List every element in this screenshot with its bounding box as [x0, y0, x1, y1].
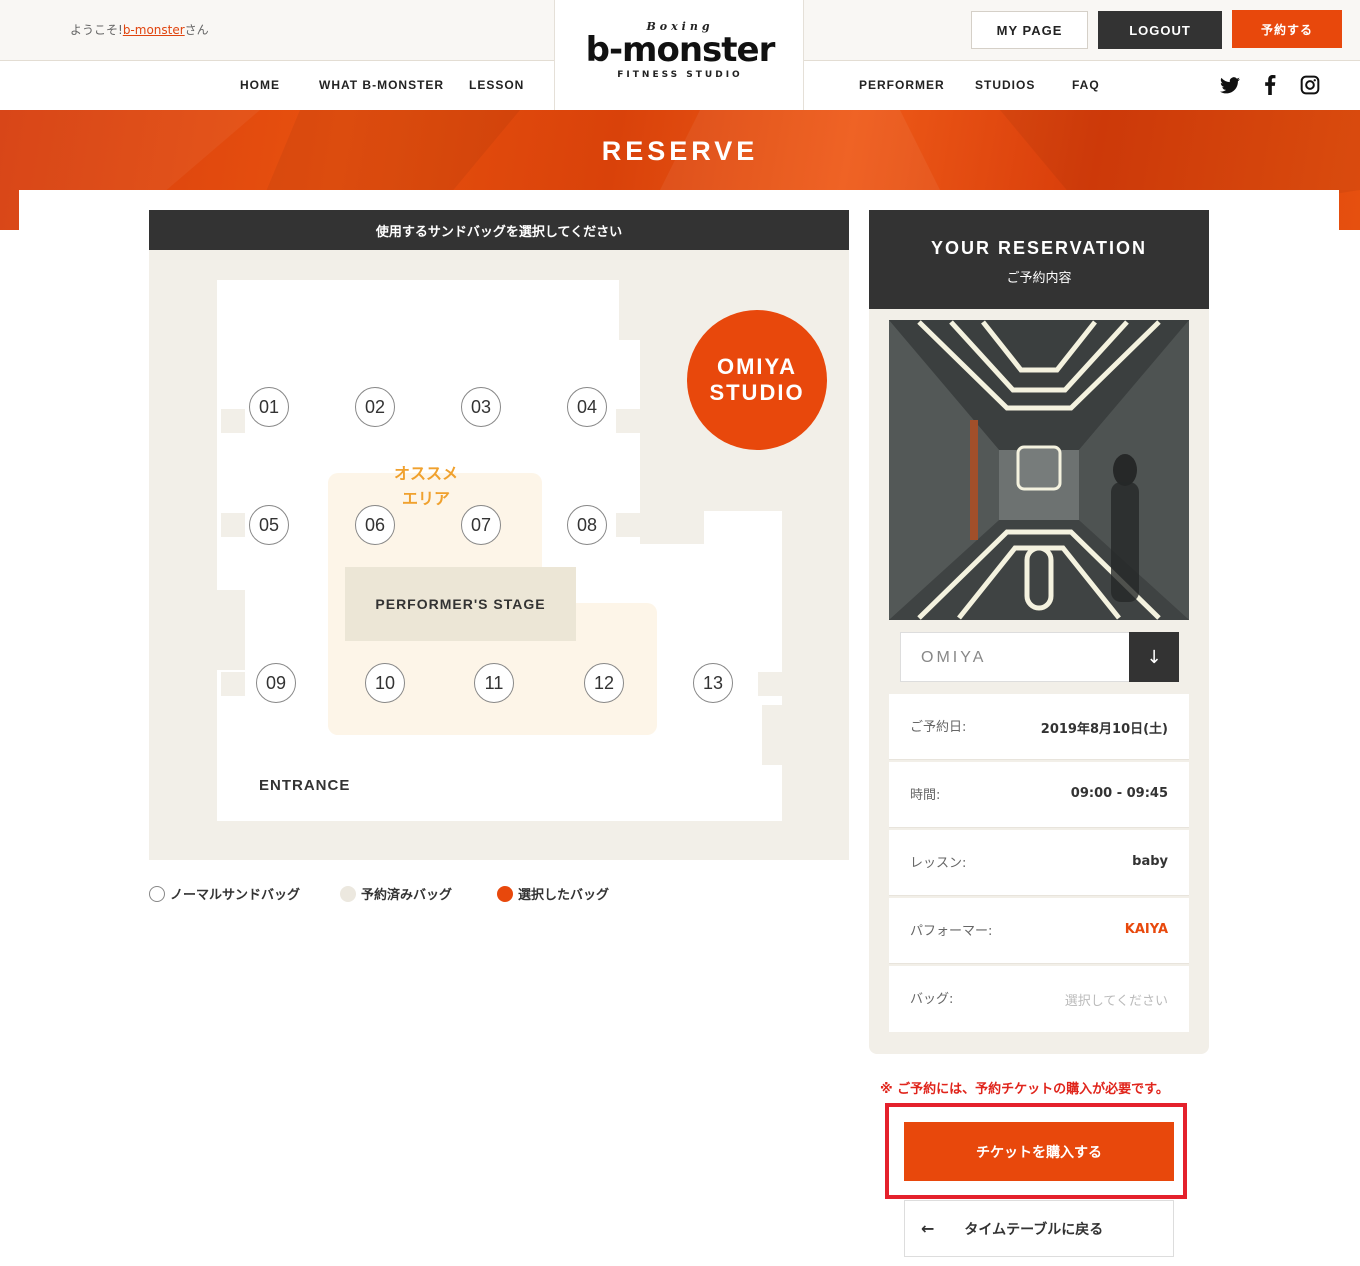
recommended-label: オススメ エリア	[376, 461, 476, 511]
mypage-button[interactable]: MY PAGE	[971, 11, 1088, 49]
welcome-message: ようこそ!b-monsterさん	[70, 21, 209, 38]
logout-button[interactable]: LOGOUT	[1098, 11, 1222, 49]
sandbag-04[interactable]: 04	[567, 387, 607, 427]
normal-bag-dot	[149, 885, 165, 902]
wall-notch-right	[762, 705, 782, 765]
wall-stub	[221, 672, 245, 696]
studio-select[interactable]: OMIYA ↓	[900, 632, 1179, 682]
performer-value[interactable]: KAIYA	[1125, 922, 1168, 937]
sandbag-03[interactable]: 03	[461, 387, 501, 427]
back-button-label: タイムテーブルに戻る	[964, 1221, 1104, 1238]
studio-badge: OMIYA STUDIO	[687, 310, 827, 450]
legend-reserved: 予約済みバッグ	[340, 884, 452, 903]
studio-badge-line2: STUDIO	[709, 380, 805, 405]
reservation-row-bag: バッグ: 選択してください	[889, 966, 1189, 1032]
legend-normal-label: ノーマルサンドバッグ	[170, 888, 301, 903]
facebook-icon[interactable]	[1259, 74, 1281, 96]
nav-lesson[interactable]: LESSON	[469, 78, 524, 92]
user-link[interactable]: b-monster	[123, 23, 185, 37]
wall-stub	[758, 672, 782, 696]
performer-stage: PERFORMER'S STAGE	[345, 567, 576, 641]
twitter-icon[interactable]	[1219, 74, 1241, 96]
legend-normal: ノーマルサンドバッグ	[149, 884, 300, 903]
reservation-row-performer: パフォーマー: KAIYA	[889, 898, 1189, 964]
sandbag-02[interactable]: 02	[355, 387, 395, 427]
wall-stub	[221, 409, 245, 433]
studio-photo	[889, 320, 1189, 620]
sandbag-06[interactable]: 06	[355, 505, 395, 545]
page-title: RESERVE	[601, 136, 759, 166]
date-value: 2019年8月10日(土)	[1040, 722, 1168, 737]
recommended-label-line2: エリア	[401, 489, 450, 508]
reservation-row-time: 時間: 09:00 - 09:45	[889, 762, 1189, 828]
reserve-button[interactable]: 予約する	[1232, 10, 1342, 48]
wall-stub	[221, 513, 245, 537]
reserved-bag-dot	[340, 885, 356, 902]
nav-studios[interactable]: STUDIOS	[975, 78, 1035, 92]
wall-stub	[616, 409, 640, 433]
map-instruction: 使用するサンドバッグを選択してください	[149, 210, 849, 250]
reservation-header: YOUR RESERVATION ご予約内容	[869, 210, 1209, 309]
reservation-title: YOUR RESERVATION	[930, 238, 1148, 258]
studio-badge-line1: OMIYA	[716, 354, 798, 379]
nav-faq[interactable]: FAQ	[1072, 78, 1100, 92]
sandbag-01[interactable]: 01	[249, 387, 289, 427]
performer-label: パフォーマー:	[910, 924, 993, 939]
arrow-left-icon: ←	[921, 1219, 935, 1238]
sandbag-07[interactable]: 07	[461, 505, 501, 545]
entrance-label: ENTRANCE	[259, 777, 351, 794]
reservation-row-lesson: レッスン: baby	[889, 830, 1189, 896]
date-label: ご予約日:	[910, 720, 967, 735]
selected-bag-dot	[497, 885, 513, 902]
nav-home[interactable]: HOME	[240, 78, 280, 92]
sandbag-09[interactable]: 09	[256, 663, 296, 703]
nav-performer[interactable]: PERFORMER	[859, 78, 945, 92]
site-logo[interactable]: Boxing b-monster FITNESS STUDIO	[554, 0, 804, 110]
sandbag-13[interactable]: 13	[693, 663, 733, 703]
wall-notch-left	[217, 590, 245, 670]
back-to-timetable-button[interactable]: ← タイムテーブルに戻る	[904, 1200, 1174, 1257]
instagram-icon[interactable]	[1299, 74, 1321, 96]
arrow-down-icon[interactable]: ↓	[1129, 632, 1179, 682]
lesson-label: レッスン:	[910, 856, 967, 871]
logo-main-text: b-monster	[585, 30, 776, 70]
sandbag-12[interactable]: 12	[584, 663, 624, 703]
wall-stub	[616, 513, 640, 537]
bag-label: バッグ:	[910, 992, 954, 1007]
logo-sub-text: FITNESS STUDIO	[617, 70, 743, 80]
welcome-suffix: さん	[184, 23, 209, 37]
legend-selected: 選択したバッグ	[497, 884, 609, 903]
sandbag-08[interactable]: 08	[567, 505, 607, 545]
ticket-notice: ※ ご予約には、予約チケットの購入が必要です。	[880, 1082, 1169, 1097]
nav-what-b-monster[interactable]: WHAT B-MONSTER	[319, 78, 444, 92]
welcome-prefix: ようこそ!	[70, 23, 123, 37]
legend-selected-label: 選択したバッグ	[518, 888, 610, 903]
sandbag-11[interactable]: 11	[474, 663, 514, 703]
buy-ticket-button[interactable]: チケットを購入する	[904, 1122, 1174, 1181]
reservation-subtitle: ご予約内容	[1006, 271, 1072, 286]
lesson-value: baby	[1132, 854, 1168, 869]
bag-value: 選択してください	[1064, 994, 1168, 1009]
sandbag-05[interactable]: 05	[249, 505, 289, 545]
recommended-label-line1: オススメ	[393, 464, 458, 483]
legend-reserved-label: 予約済みバッグ	[361, 888, 453, 903]
sandbag-10[interactable]: 10	[365, 663, 405, 703]
reservation-row-date: ご予約日: 2019年8月10日(土)	[889, 694, 1189, 760]
time-value: 09:00 - 09:45	[1070, 786, 1168, 801]
time-label: 時間:	[910, 788, 941, 803]
studio-select-value: OMIYA	[921, 649, 987, 666]
